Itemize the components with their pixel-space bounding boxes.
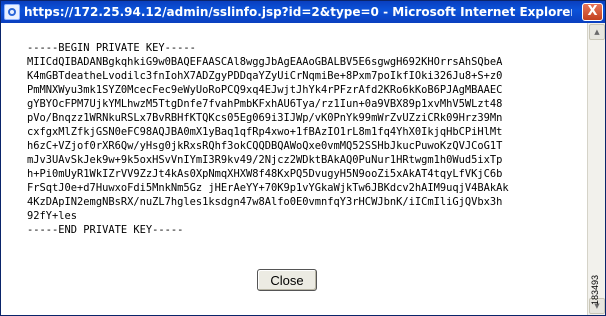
window-title: https://172.25.94.12/admin/sslinfo.jsp?i… bbox=[24, 5, 572, 19]
figure-id-label: 183493 bbox=[590, 274, 600, 305]
scroll-up-icon[interactable]: ▲ bbox=[589, 24, 605, 40]
window-close-button[interactable]: X bbox=[582, 3, 603, 21]
page-content: -----BEGIN PRIVATE KEY----- MIICdQIBADAN… bbox=[1, 23, 586, 315]
private-key-text: -----BEGIN PRIVATE KEY----- MIICdQIBADAN… bbox=[27, 42, 509, 236]
title-bar[interactable]: https://172.25.94.12/admin/sslinfo.jsp?i… bbox=[1, 1, 605, 23]
popup-window: https://172.25.94.12/admin/sslinfo.jsp?i… bbox=[0, 0, 606, 316]
internet-explorer-icon bbox=[4, 4, 20, 20]
close-button[interactable]: Close bbox=[257, 269, 317, 291]
vertical-scrollbar[interactable]: ▲ ▼ 183493 bbox=[587, 23, 605, 315]
